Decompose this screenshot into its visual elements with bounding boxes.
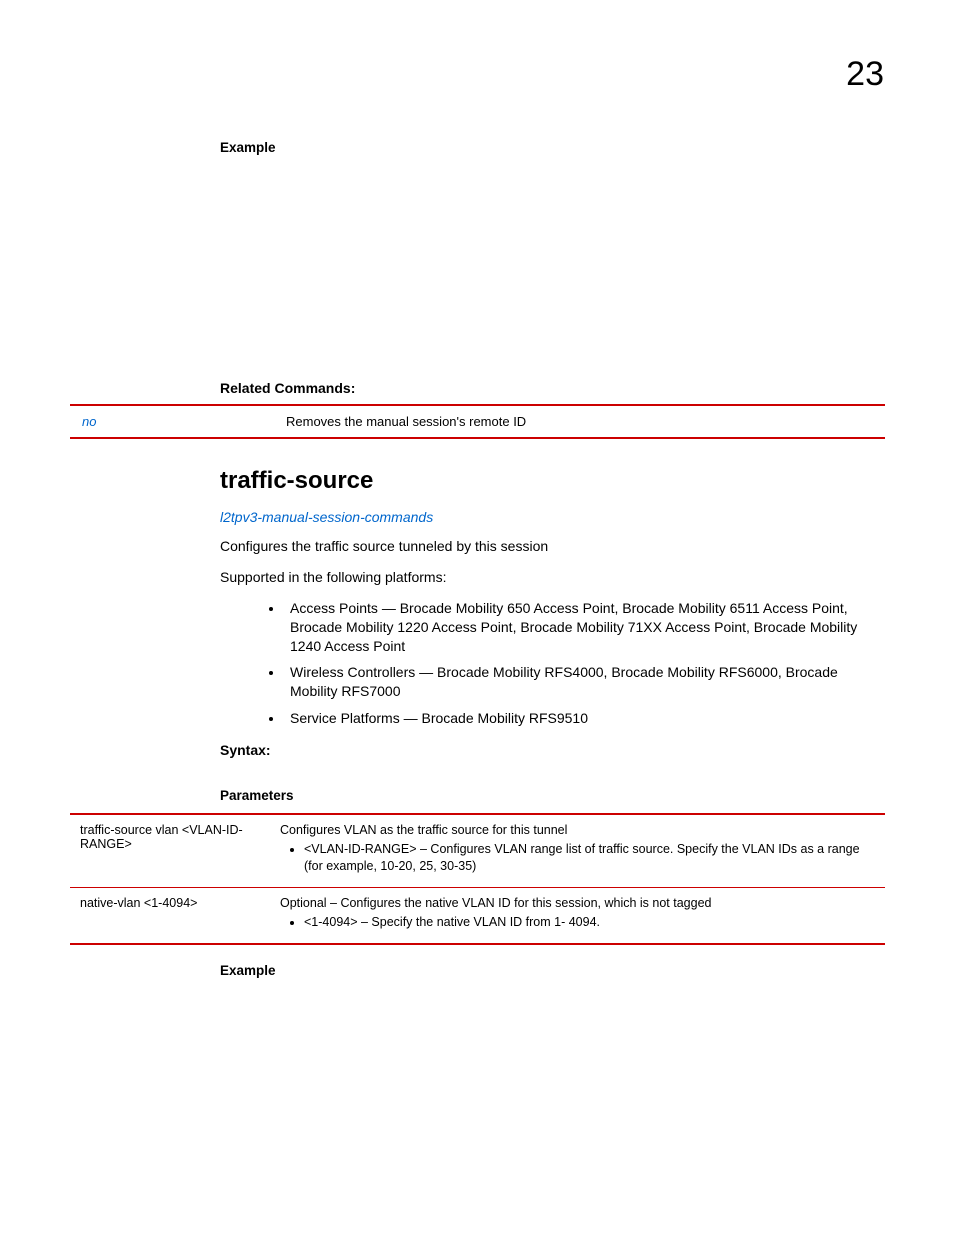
- table-row: native-vlan <1-4094> Optional – Configur…: [70, 887, 885, 943]
- example-heading-2: Example: [220, 963, 884, 978]
- param-bullets: <VLAN-ID-RANGE> – Configures VLAN range …: [280, 841, 875, 875]
- content-area: Example Related Commands: no Removes the…: [220, 140, 884, 978]
- page-number: 23: [846, 55, 884, 94]
- example-heading-1: Example: [220, 140, 884, 155]
- platforms-intro: Supported in the following platforms:: [220, 568, 884, 587]
- related-commands-table: no Removes the manual session's remote I…: [70, 404, 885, 439]
- table-row: no Removes the manual session's remote I…: [70, 405, 885, 438]
- example-code-placeholder: [220, 165, 884, 380]
- related-commands-heading: Related Commands:: [220, 380, 884, 396]
- page-container: 23 Example Related Commands: no Removes …: [0, 0, 954, 1028]
- related-command-name[interactable]: no: [70, 405, 274, 438]
- platforms-list: Access Points — Brocade Mobility 650 Acc…: [220, 599, 884, 728]
- param-desc: Configures VLAN as the traffic source fo…: [280, 823, 567, 837]
- param-bullets: <1-4094> – Specify the native VLAN ID fr…: [280, 914, 875, 931]
- param-name: traffic-source vlan <VLAN-ID-RANGE>: [70, 814, 270, 887]
- breadcrumb-link[interactable]: l2tpv3-manual-session-commands: [220, 509, 884, 525]
- related-command-desc: Removes the manual session's remote ID: [274, 405, 885, 438]
- table-row: traffic-source vlan <VLAN-ID-RANGE> Conf…: [70, 814, 885, 887]
- list-item: Service Platforms — Brocade Mobility RFS…: [284, 709, 884, 728]
- param-desc-cell: Optional – Configures the native VLAN ID…: [270, 887, 885, 943]
- param-desc: Optional – Configures the native VLAN ID…: [280, 896, 711, 910]
- list-item: <VLAN-ID-RANGE> – Configures VLAN range …: [304, 841, 875, 875]
- param-name: native-vlan <1-4094>: [70, 887, 270, 943]
- syntax-heading: Syntax:: [220, 742, 884, 758]
- parameters-table: traffic-source vlan <VLAN-ID-RANGE> Conf…: [70, 813, 885, 945]
- list-item: <1-4094> – Specify the native VLAN ID fr…: [304, 914, 875, 931]
- parameters-heading: Parameters: [220, 788, 884, 803]
- list-item: Access Points — Brocade Mobility 650 Acc…: [284, 599, 884, 656]
- list-item: Wireless Controllers — Brocade Mobility …: [284, 663, 884, 701]
- section-title: traffic-source: [220, 467, 884, 495]
- section-description: Configures the traffic source tunneled b…: [220, 537, 884, 556]
- param-desc-cell: Configures VLAN as the traffic source fo…: [270, 814, 885, 887]
